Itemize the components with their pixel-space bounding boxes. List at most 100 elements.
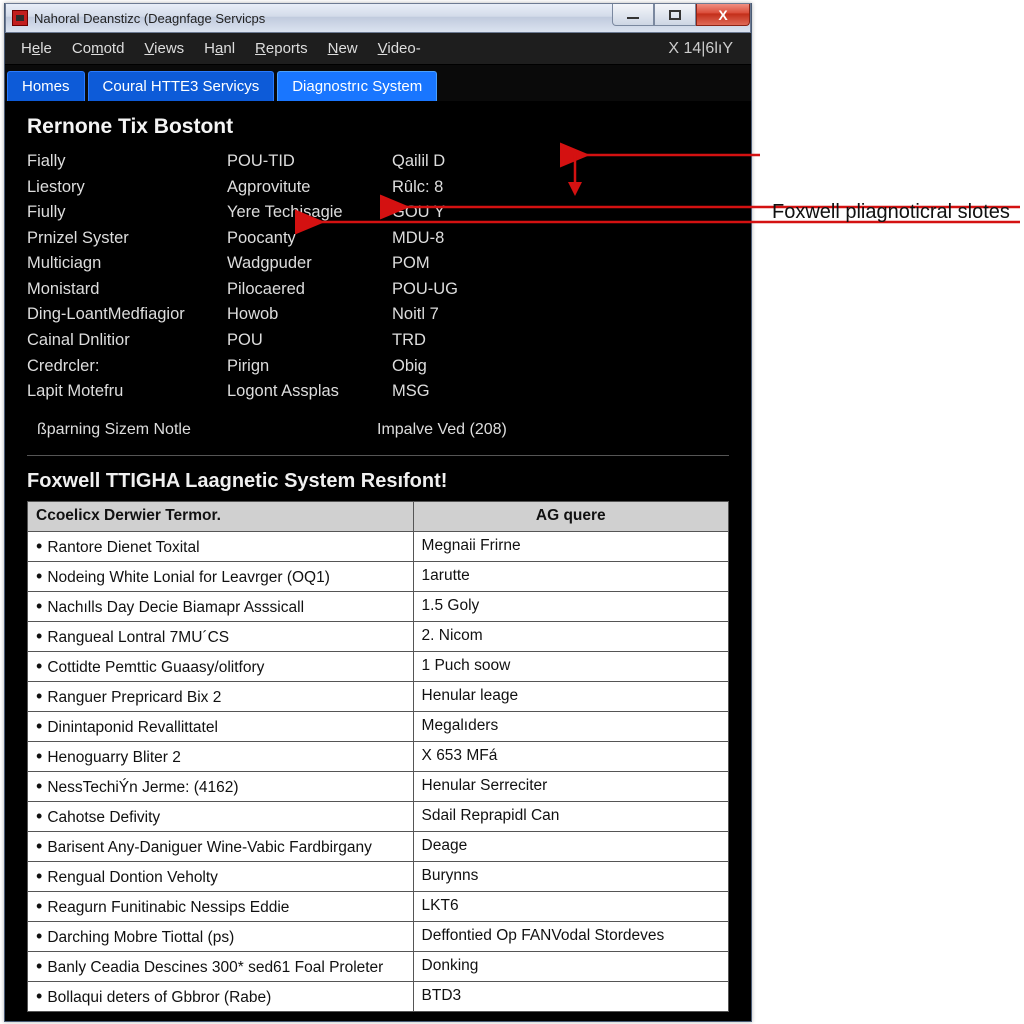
table-cell: Deage <box>413 831 728 861</box>
tab-coural[interactable]: Coural HTTE3 Servicys <box>88 71 275 101</box>
info-cell: Ding-LoantMedfiagior <box>27 302 227 328</box>
info-row: Prnizel SysterPoocantyMDU-8 <box>27 226 729 252</box>
info-cell: Pirign <box>227 354 392 380</box>
table-row[interactable]: Bollaqui deters of Gbbror (Rabe)BTD3 <box>28 981 729 1011</box>
menu-new[interactable]: New <box>318 36 368 61</box>
info-cell: Liestory <box>27 175 227 201</box>
table-row[interactable]: Ranguer Prepricard Bix 2Henular leage <box>28 681 729 711</box>
table-cell: Henular Serreciter <box>413 771 728 801</box>
info-cell: Prnizel Syster <box>27 226 227 252</box>
table-row[interactable]: Cahotse DefivitySdail Reprapidl Can <box>28 801 729 831</box>
info-cell: Qailil D <box>392 149 729 175</box>
table-cell: Megalıders <box>413 711 728 741</box>
table-row[interactable]: Rangueal Lontral 7MU´CS2. Nicom <box>28 621 729 651</box>
col-header-2[interactable]: AG quere <box>413 501 728 531</box>
content-area: Rernone Tix Bostont FiallyPOU-TIDQailil … <box>5 101 751 1021</box>
info-grid: FiallyPOU-TIDQailil DLiestoryAgprovitute… <box>27 149 729 405</box>
info-row: Cainal DnlitiorPOUTRD <box>27 328 729 354</box>
table-row[interactable]: Henoguarry Bliter 2X 653 MFá <box>28 741 729 771</box>
annotation-label: Foxwell pliagnoticral slotes <box>772 200 1012 225</box>
table-cell: Cahotse Defivity <box>28 801 414 831</box>
info-row: Lapit MotefruLogont AssplasMSG <box>27 379 729 405</box>
table-cell: Megnaii Frirne <box>413 531 728 561</box>
info-cell: GOU Y <box>392 200 729 226</box>
table-row[interactable]: NessTechiÝn Jerme: (4162)Henular Serreci… <box>28 771 729 801</box>
table-row[interactable]: Darching Mobre Tiottal (ps)Deffontied Op… <box>28 921 729 951</box>
app-icon <box>12 10 28 26</box>
table-row[interactable]: Reagurn Funitinabic Nessips EddieLKT6 <box>28 891 729 921</box>
tab-diagnostic[interactable]: Diagnostrıc System <box>277 71 437 101</box>
table-row[interactable]: Barisent Any-Daniguer Wine-Vabic Fardbir… <box>28 831 729 861</box>
table-row[interactable]: Rantore Dienet ToxitalMegnaii Frirne <box>28 531 729 561</box>
table-cell: 1 Puch soow <box>413 651 728 681</box>
table-cell: Nachılls Day Decie Biamapr Asssicall <box>28 591 414 621</box>
info-cell: POU-UG <box>392 277 729 303</box>
maximize-button[interactable] <box>654 4 696 26</box>
info-cell: Agprovitute <box>227 175 392 201</box>
info-cell: Logont Assplas <box>227 379 392 405</box>
app-window: Nahoral Deanstizc (Deagnfage Servicps X … <box>4 3 752 1022</box>
info-cell: Poocanty <box>227 226 392 252</box>
menu-hanl[interactable]: Hanl <box>194 36 245 61</box>
table-row[interactable]: Rengual Dontion VeholtyBurynns <box>28 861 729 891</box>
col-header-1[interactable]: Ccoelicx Derwier Termor. <box>28 501 414 531</box>
table-cell: Rantore Dienet Toxital <box>28 531 414 561</box>
menu-views[interactable]: Views <box>134 36 194 61</box>
table-row[interactable]: Nodeing White Lonial for Leavrger (ОQ1)1… <box>28 561 729 591</box>
menu-video[interactable]: Video- <box>368 36 431 61</box>
info-row: Credrcler:PirignObig <box>27 354 729 380</box>
info-row: Ding-LoantMedfiagiorHowobNoitl 7 <box>27 302 729 328</box>
table-cell: Burynns <box>413 861 728 891</box>
info-cell: Cainal Dnlitior <box>27 328 227 354</box>
section1-title: Rernone Tix Bostont <box>27 111 729 149</box>
table-cell: Banly Ceadia Descines 300* sed61 Foal Pr… <box>28 951 414 981</box>
info-cell: Howob <box>227 302 392 328</box>
info-row: LiestoryAgprovituteRûlc: 8 <box>27 175 729 201</box>
info-cell: Wadgpuder <box>227 251 392 277</box>
table-cell: Nodeing White Lonial for Leavrger (ОQ1) <box>28 561 414 591</box>
menu-reports[interactable]: Reports <box>245 36 318 61</box>
tab-homes[interactable]: Homes <box>7 71 85 101</box>
table-cell: Cottidte Pemttic Guaasy/olitfory <box>28 651 414 681</box>
maximize-icon <box>669 10 681 20</box>
table-cell: Darching Mobre Tiottal (ps) <box>28 921 414 951</box>
table-cell: LKT6 <box>413 891 728 921</box>
info-cell: Obig <box>392 354 729 380</box>
table-cell: Henoguarry Bliter 2 <box>28 741 414 771</box>
menubar-right-label: X 14|6lıY <box>668 40 733 58</box>
section1-footer: ßparning Sizem Notle Impalve Ved (208) <box>27 405 729 451</box>
separator <box>27 455 729 456</box>
window-title: Nahoral Deanstizc (Deagnfage Servicps <box>34 11 265 26</box>
table-row[interactable]: Nachılls Day Decie Biamapr Asssicall1.5 … <box>28 591 729 621</box>
close-button[interactable]: X <box>696 4 750 26</box>
table-cell: Reagurn Funitinabic Nessips Eddie <box>28 891 414 921</box>
info-cell: Pilocaered <box>227 277 392 303</box>
footer-right: Impalve Ved (208) <box>377 421 507 439</box>
table-cell: X 653 MFá <box>413 741 728 771</box>
info-cell: MDU-8 <box>392 226 729 252</box>
table-cell: Dinintaponid Revallittatel <box>28 711 414 741</box>
info-cell: Fiully <box>27 200 227 226</box>
table-cell: 1.5 Goly <box>413 591 728 621</box>
minimize-button[interactable] <box>612 4 654 26</box>
info-cell: POU-TID <box>227 149 392 175</box>
table-row[interactable]: Dinintaponid RevallittatelMegalıders <box>28 711 729 741</box>
table-row[interactable]: Banly Ceadia Descines 300* sed61 Foal Pr… <box>28 951 729 981</box>
tabstrip: Homes Coural HTTE3 Servicys Diagnostrıc … <box>5 65 751 101</box>
info-row: FiullyYere TechisagieGOU Y <box>27 200 729 226</box>
table-row[interactable]: Cottidte Pemttic Guaasy/olitfory1 Puch s… <box>28 651 729 681</box>
info-cell: Yere Techisagie <box>227 200 392 226</box>
minimize-icon <box>627 17 639 19</box>
info-row: MonistardPilocaeredPOU-UG <box>27 277 729 303</box>
table-cell: Barisent Any-Daniguer Wine-Vabic Fardbir… <box>28 831 414 861</box>
menu-comotd[interactable]: Comotd <box>62 36 135 61</box>
table-cell: NessTechiÝn Jerme: (4162) <box>28 771 414 801</box>
info-cell: POU <box>227 328 392 354</box>
titlebar[interactable]: Nahoral Deanstizc (Deagnfage Servicps X <box>5 3 751 33</box>
table-cell: Bollaqui deters of Gbbror (Rabe) <box>28 981 414 1011</box>
table-cell: Rangueal Lontral 7MU´CS <box>28 621 414 651</box>
menu-file[interactable]: Hele <box>11 36 62 61</box>
info-cell: Rûlc: 8 <box>392 175 729 201</box>
info-cell: MSG <box>392 379 729 405</box>
info-cell: Multiciagn <box>27 251 227 277</box>
